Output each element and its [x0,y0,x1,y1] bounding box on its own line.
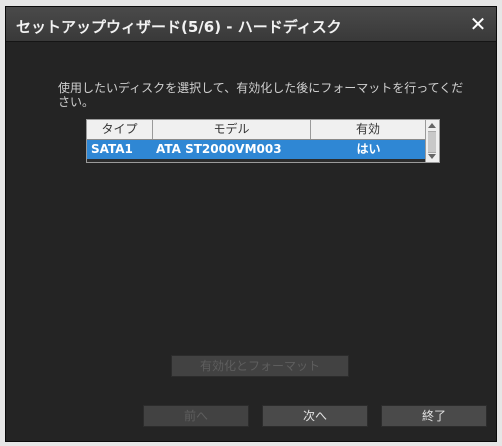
scroll-down-icon[interactable] [428,154,436,159]
enable-and-format-button[interactable]: 有効化とフォーマット [171,355,349,377]
column-header-enabled[interactable]: 有効 [311,120,426,139]
title-bar: セットアップウィザード(5/6) - ハードディスク ✕ [6,7,496,42]
instruction-text: 使用したいディスクを選択して、有効化した後にフォーマットを行ってください。 [58,81,464,109]
table-row[interactable]: SATA1 ATA ST2000VM003 はい [87,140,439,159]
dialog-title: セットアップウィザード(5/6) - ハードディスク [16,18,342,36]
finish-button[interactable]: 終了 [381,405,487,427]
close-icon[interactable]: ✕ [466,12,490,36]
scroll-thumb[interactable] [428,131,436,153]
scroll-up-icon[interactable] [428,123,436,128]
table-scrollbar[interactable] [425,120,439,162]
next-button[interactable]: 次へ [262,405,368,427]
cell-enabled[interactable]: はい [311,140,426,159]
column-header-type[interactable]: タイプ [87,120,153,139]
cell-model: ATA ST2000VM003 [156,142,282,156]
column-header-model[interactable]: モデル [153,120,311,139]
cell-type: SATA1 [91,142,133,156]
disk-table: タイプ モデル 有効 SATA1 ATA ST2000VM003 はい [86,119,440,163]
table-header: タイプ モデル 有効 [87,120,439,140]
setup-wizard-dialog: セットアップウィザード(5/6) - ハードディスク ✕ 使用したいディスクを選… [5,6,497,442]
prev-button[interactable]: 前へ [143,405,249,427]
